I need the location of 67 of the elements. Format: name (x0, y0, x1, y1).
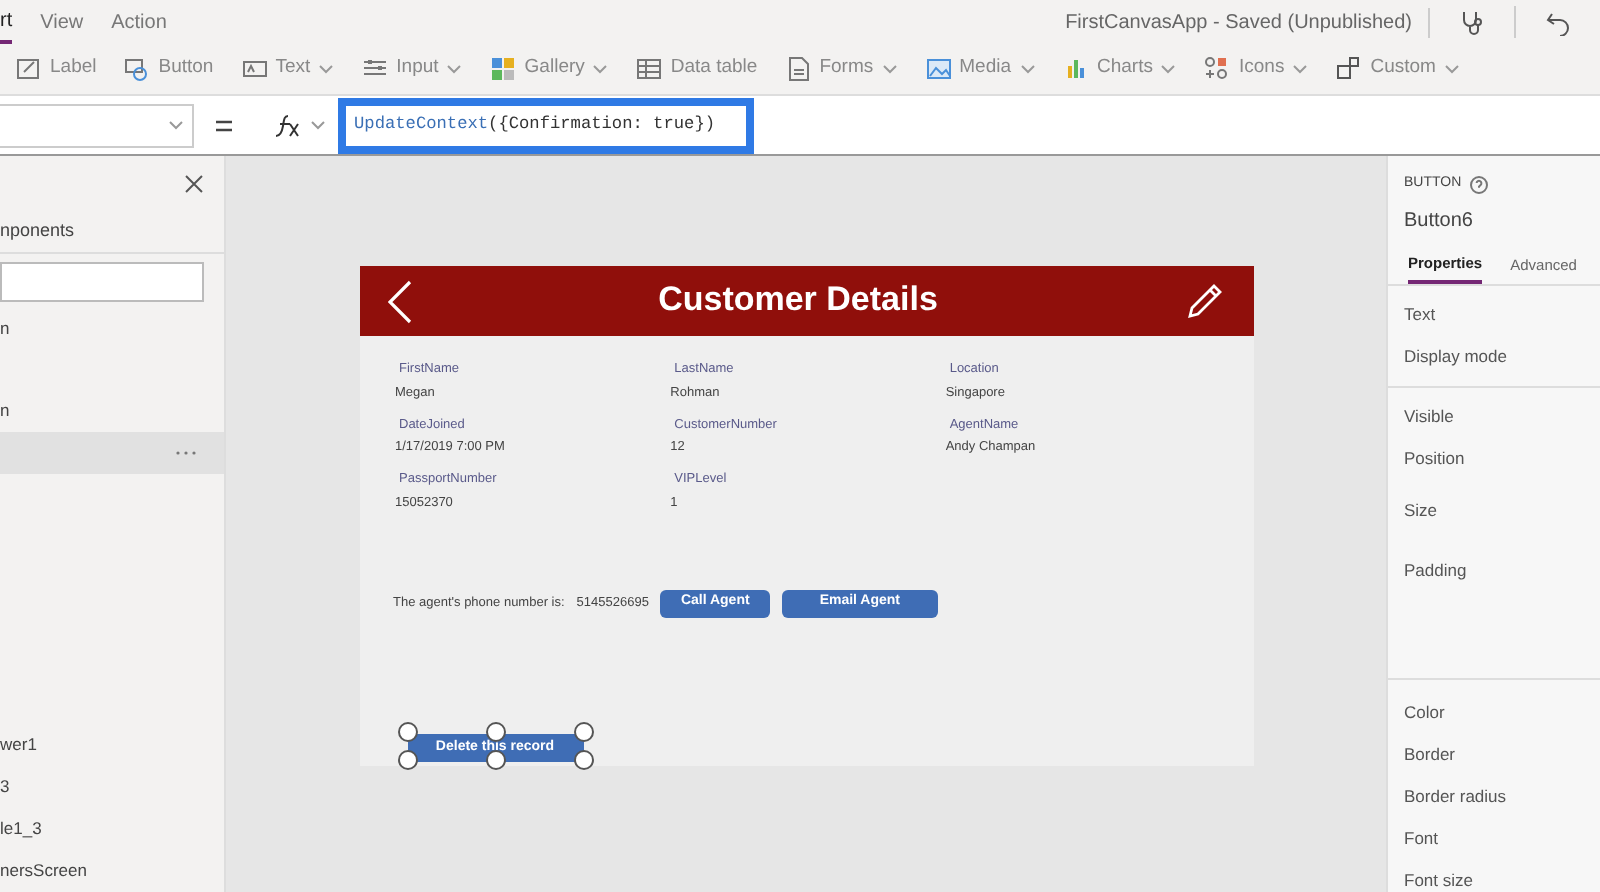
grid-icon (490, 56, 517, 82)
property-label: Border (1404, 741, 1458, 768)
back-icon[interactable] (387, 279, 411, 323)
menu-tab[interactable]: View (40, 3, 84, 41)
image-icon (925, 56, 952, 82)
menu-tab[interactable]: rt (0, 1, 13, 43)
ribbon-button[interactable]: Input (358, 54, 467, 84)
ribbon-button[interactable]: Custom (1332, 54, 1464, 84)
edit-icon (16, 56, 42, 82)
property-label: Border radius (1404, 783, 1509, 810)
ribbon-button[interactable]: Media (921, 54, 1039, 84)
undo-icon[interactable] (1544, 8, 1572, 36)
chevron-icon (592, 62, 609, 76)
ribbon-button[interactable]: Icons (1200, 54, 1313, 84)
table-icon (636, 56, 663, 82)
edit-icon[interactable] (1184, 281, 1225, 321)
ribbon-button[interactable]: Label (12, 54, 101, 84)
tree-item[interactable]: n (0, 390, 224, 433)
property-label: Position (1404, 445, 1467, 472)
button-icon (124, 56, 151, 82)
more-icon[interactable] (176, 450, 196, 457)
panel-tab[interactable]: nponents (0, 217, 224, 255)
bar-chart-icon (1063, 56, 1089, 82)
chevron-icon (168, 118, 184, 132)
function-icon (274, 113, 302, 137)
stethoscope-icon[interactable] (1458, 8, 1486, 36)
ribbon-button[interactable]: Forms (781, 54, 902, 84)
menu-tab[interactable]: Action (111, 3, 167, 41)
property-label: Font (1404, 825, 1441, 852)
ribbon-button[interactable]: Button (120, 54, 218, 84)
equals-icon (214, 117, 234, 133)
search-field[interactable] (0, 262, 204, 303)
squares-icon (1336, 56, 1363, 82)
chevron-icon (1292, 62, 1309, 76)
text-box-icon (241, 56, 268, 82)
property-label: Font size (1404, 867, 1475, 892)
tree-item[interactable]: nersScreen (0, 850, 224, 892)
property-label: Color (1404, 699, 1447, 726)
property-label: Padding (1404, 558, 1469, 585)
ribbon-button[interactable]: Data table (632, 54, 762, 84)
tree-item[interactable]: wer1 (0, 724, 224, 767)
tree-item[interactable]: 3 (0, 766, 224, 809)
property-label: Display mode (1404, 343, 1509, 370)
chevron-icon (310, 118, 326, 132)
ribbon-button[interactable]: Gallery (486, 54, 613, 84)
ribbon-button[interactable]: Charts (1059, 54, 1181, 84)
chevron-icon (318, 62, 335, 76)
chevron-icon (446, 62, 463, 76)
close-icon[interactable] (184, 174, 204, 194)
app-title: FirstCanvasApp - Saved (Unpublished) (1065, 7, 1430, 37)
fx-button[interactable] (270, 113, 330, 137)
chevron-icon (1019, 62, 1035, 76)
shapes-icon (1204, 56, 1231, 82)
tree-item[interactable]: n (0, 306, 224, 349)
property-label: Visible (1404, 403, 1456, 430)
tree-item[interactable]: le1_3 (0, 808, 224, 851)
chevron-icon (1443, 62, 1460, 76)
property-label: Size (1404, 497, 1440, 524)
ribbon-button[interactable]: Text (237, 54, 339, 84)
document-icon (785, 56, 812, 82)
control-name: Button6 (1404, 207, 1475, 235)
property-label: Text (1404, 301, 1438, 328)
help-icon[interactable] (1469, 175, 1488, 194)
formula-input[interactable]: UpdateContext({Confirmation: true}) (338, 97, 754, 153)
chevron-icon (1160, 62, 1177, 76)
chevron-icon (881, 62, 898, 76)
screen-title: Customer Details (658, 280, 938, 322)
